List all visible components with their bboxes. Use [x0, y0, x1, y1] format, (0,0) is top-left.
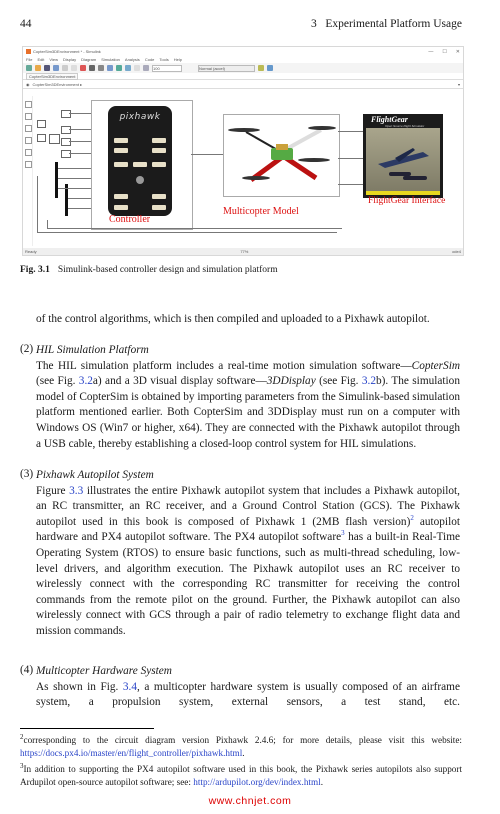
flightgear-label: FlightGear Interface	[368, 196, 446, 206]
list-number: (3)	[20, 468, 34, 480]
simulink-window: CopterSim3DEnvironment * - Simulink — ☐ …	[22, 46, 464, 256]
forward-icon[interactable]	[62, 65, 68, 71]
list-item-hardware: Multicopter Hardware System As shown in …	[36, 664, 460, 711]
seaplane-image	[378, 148, 429, 180]
list-heading: Multicopter Hardware System	[36, 665, 172, 677]
list-item-pixhawk: Pixhawk Autopilot System Figure 3.3 illu…	[36, 468, 460, 640]
gain-block[interactable]	[61, 126, 71, 134]
footnote-link[interactable]: http://ardupilot.org/dev/index.html	[193, 777, 320, 787]
paragraph: As shown in Fig. 3.4, a multicopter hard…	[36, 680, 460, 709]
menu-diagram[interactable]: Diagram	[81, 57, 96, 62]
running-header: 3 Experimental Platform Usage	[310, 18, 462, 30]
settings-icon[interactable]	[89, 65, 95, 71]
paragraph: Figure 3.3 illustrates the entire Pixhaw…	[36, 484, 460, 637]
footnote-rule	[20, 728, 154, 729]
deploy-icon[interactable]	[267, 65, 273, 71]
step-forward-icon[interactable]	[125, 65, 131, 71]
zoom-icon[interactable]	[25, 101, 32, 108]
paragraph: of the control algorithms, which is then…	[36, 313, 430, 325]
menu-help[interactable]: Help	[174, 57, 182, 62]
solver-name[interactable]: ode4	[452, 249, 461, 254]
address-bar: ◉ CopterSim3DEnvironment ▸ ▾	[23, 79, 463, 89]
footnote-link[interactable]: https://docs.px4.io/master/en/flight_con…	[20, 748, 242, 758]
library-icon[interactable]	[80, 65, 86, 71]
figure-number: Fig. 3.1	[20, 265, 50, 275]
menu-bar: File Edit View Display Diagram Simulatio…	[23, 56, 463, 63]
pixhawk-board-image: pixhawk	[108, 106, 172, 216]
flightgear-subtitle: Open Source Flight Simulator	[385, 124, 425, 128]
scope-icon[interactable]	[143, 65, 149, 71]
figure-caption: Fig. 3.1 Simulink-based controller design…	[20, 265, 278, 275]
window-title: CopterSim3DEnvironment * - Simulink	[33, 49, 101, 54]
flightgear-block[interactable]: FlightGear Open Source Flight Simulator	[363, 114, 443, 198]
input-block[interactable]	[37, 120, 46, 128]
title-bar: CopterSim3DEnvironment * - Simulink — ☐ …	[23, 47, 463, 56]
list-heading: Pixhawk Autopilot System	[36, 469, 154, 481]
area-icon[interactable]	[25, 161, 32, 168]
close-button[interactable]: ✕	[456, 49, 460, 55]
check-icon[interactable]	[258, 65, 264, 71]
gain-block[interactable]	[61, 138, 71, 146]
back-icon[interactable]	[53, 65, 59, 71]
menu-tools[interactable]: Tools	[159, 57, 168, 62]
status-bar: Ready 77% ode4	[23, 248, 463, 255]
address-path[interactable]: CopterSim3DEnvironment ▸	[33, 82, 83, 87]
open-icon[interactable]	[35, 65, 41, 71]
page-number: 44	[20, 18, 32, 30]
annotation-icon[interactable]	[25, 137, 32, 144]
simulation-mode-select[interactable]: Normal (accel)	[198, 64, 255, 72]
paragraph: The HIL simulation platform includes a r…	[36, 359, 460, 450]
gain-block[interactable]	[61, 150, 71, 158]
menu-analysis[interactable]: Analysis	[125, 57, 140, 62]
input-block[interactable]	[37, 134, 46, 142]
stop-icon[interactable]	[134, 65, 140, 71]
fit-view-icon[interactable]	[25, 113, 32, 120]
address-dropdown-icon[interactable]: ▾	[458, 82, 460, 87]
list-number: (2)	[20, 343, 34, 355]
menu-code[interactable]: Code	[145, 57, 155, 62]
flightgear-title: FlightGear	[371, 115, 408, 124]
constant-block[interactable]	[61, 110, 71, 118]
save-icon[interactable]	[44, 65, 50, 71]
figure-link[interactable]: 3.2	[79, 375, 93, 387]
hide-explorer-icon[interactable]: ◉	[26, 82, 30, 87]
toolbar: 100 Normal (accel)	[23, 63, 463, 73]
menu-display[interactable]: Display	[63, 57, 76, 62]
model-tab[interactable]: CopterSim3DEnvironment	[26, 72, 79, 80]
footnote: 2corresponding to the circuit diagram ve…	[20, 732, 462, 758]
run-icon[interactable]	[116, 65, 122, 71]
minimize-button[interactable]: —	[428, 49, 433, 55]
list-number: (4)	[20, 664, 34, 676]
transfer-fcn-block[interactable]	[49, 134, 60, 144]
figure-caption-text: Simulink-based controller design and sim…	[57, 265, 278, 275]
step-back-icon[interactable]	[107, 65, 113, 71]
maximize-button[interactable]: ☐	[442, 49, 446, 55]
pixhawk-logo: pixhawk	[119, 112, 161, 122]
up-icon[interactable]	[71, 65, 77, 71]
model-explorer-icon[interactable]	[98, 65, 104, 71]
list-heading: HIL Simulation Platform	[36, 344, 149, 356]
status-ready: Ready	[25, 249, 37, 254]
watermark: www.chnjet.com	[208, 795, 292, 807]
menu-edit[interactable]: Edit	[37, 57, 44, 62]
simulink-app-icon	[26, 49, 31, 54]
new-model-icon[interactable]	[26, 65, 32, 71]
multicopter-label: Multicopter Model	[223, 206, 299, 217]
figure-link[interactable]: 3.2	[362, 375, 376, 387]
figure-link[interactable]: 3.4	[123, 681, 137, 693]
footnote: 3In addition to supporting the PX4 autop…	[20, 761, 462, 787]
tool-palette	[23, 96, 33, 246]
arrow-icon[interactable]	[25, 125, 32, 132]
multicopter-image	[228, 126, 336, 183]
zoom-level: 77%	[240, 249, 249, 254]
image-icon[interactable]	[25, 149, 32, 156]
menu-file[interactable]: File	[26, 57, 32, 62]
list-item-hil: HIL Simulation Platform The HIL simulati…	[36, 343, 460, 452]
stop-time-input[interactable]: 100	[152, 64, 182, 72]
model-canvas[interactable]: pixhawk Controller Multicopter Model Fli…	[33, 96, 463, 246]
menu-view[interactable]: View	[49, 57, 58, 62]
figure-link[interactable]: 3.3	[69, 485, 83, 497]
controller-label: Controller	[109, 214, 151, 225]
menu-simulation[interactable]: Simulation	[101, 57, 120, 62]
